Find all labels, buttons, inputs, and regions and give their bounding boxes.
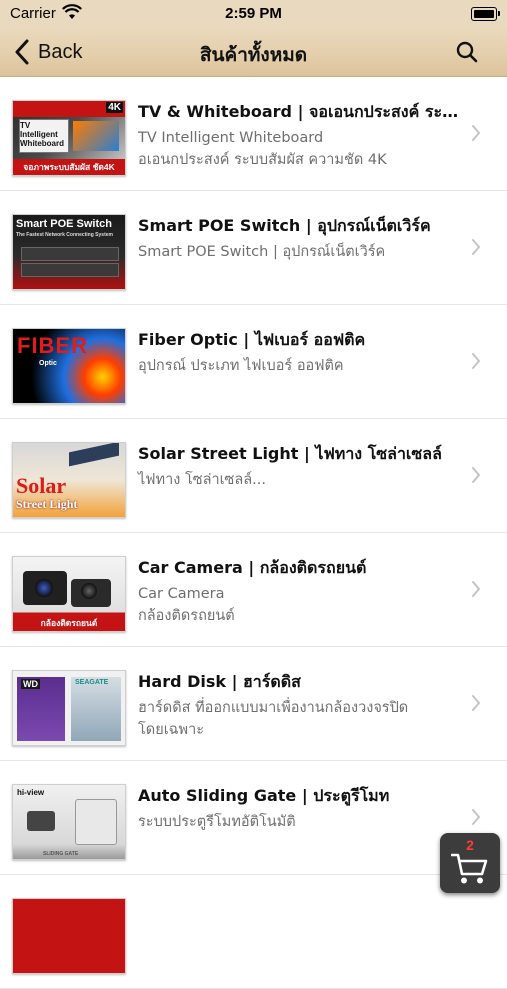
- product-name: Car Camera | กล้องติดรถยนต์: [138, 558, 367, 577]
- chevron-right-icon: [472, 695, 480, 711]
- chevron-right-icon: [472, 239, 480, 255]
- navigation-bar: Back สินค้าทั้งหมด: [0, 28, 507, 77]
- product-description: Smart POE Switch | อุปกรณ์เน็ตเวิร์ค: [138, 244, 386, 260]
- thumbnail-label: Solar: [16, 473, 67, 498]
- thumbnail-caption: Street Light: [16, 497, 78, 511]
- battery-icon: [471, 7, 500, 21]
- cart-count-badge: 2: [466, 837, 474, 853]
- product-name: Hard Disk | ฮาร์ดดิส: [138, 672, 301, 691]
- chevron-right-icon: [472, 809, 480, 825]
- shopping-cart-icon: [451, 853, 488, 884]
- product-description: TV Intelligent Whiteboard อเอนกประสงค์ ร…: [138, 130, 387, 168]
- product-thumbnail-poe-switch: Smart POE Switch The Fastest Network Con…: [12, 214, 126, 290]
- product-name: Solar Street Light | ไฟทาง โซล่าเซลล์: [138, 444, 442, 463]
- thumbnail-label: WD: [21, 679, 40, 689]
- product-row-auto-sliding-gate[interactable]: hi-view SLIDING GATE Auto Sliding Gate |…: [0, 761, 507, 875]
- thumbnail-caption: The Fastest Network Connecting System: [16, 232, 113, 238]
- chevron-right-icon: [472, 125, 480, 141]
- product-row-solar-street-light[interactable]: Solar Street Light Solar Street Light | …: [0, 419, 507, 533]
- product-list: 4K TV Intelligent Whiteboard จอภาพระบบสั…: [0, 77, 507, 989]
- product-thumbnail-auto-sliding-gate: hi-view SLIDING GATE: [12, 784, 126, 860]
- thumbnail-label: Smart POE Switch: [16, 218, 112, 230]
- thumbnail-label: hi-view: [17, 788, 45, 797]
- thumbnail-caption: กล้องติดรถยนต์: [40, 618, 98, 628]
- product-row-partial[interactable]: [0, 875, 507, 989]
- search-icon[interactable]: [455, 40, 479, 64]
- product-thumbnail-fiber-optic: FIBER Optic: [12, 328, 126, 404]
- product-row-car-camera[interactable]: กล้องติดรถยนต์ Car Camera | กล้องติดรถยน…: [0, 533, 507, 647]
- thumbnail-badge: 4K: [106, 102, 123, 113]
- status-bar: Carrier 2:59 PM: [0, 0, 507, 28]
- thumbnail-caption: จอภาพระบบสัมผัส ชัด4K: [13, 159, 125, 175]
- product-thumbnail-hard-disk: WD SEAGATE: [12, 670, 126, 746]
- product-row-fiber-optic[interactable]: FIBER Optic Fiber Optic | ไฟเบอร์ ออฟติค…: [0, 305, 507, 419]
- thumbnail-caption: SLIDING GATE: [43, 851, 79, 857]
- product-description: อุปกรณ์ ประเภท ไฟเบอร์ ออฟติค: [138, 358, 344, 374]
- product-description: ระบบประตูรีโมทอัติโนมัติ: [138, 814, 296, 830]
- thumbnail-caption: Optic: [39, 360, 57, 367]
- product-thumbnail-solar-street-light: Solar Street Light: [12, 442, 126, 518]
- product-name: Smart POE Switch | อุปกรณ์เน็ตเวิร์ค: [138, 216, 431, 235]
- cart-button[interactable]: 2: [440, 833, 500, 893]
- product-thumbnail-partial: [12, 898, 126, 974]
- product-row-hard-disk[interactable]: WD SEAGATE Hard Disk | ฮาร์ดดิส ฮาร์ดดิส…: [0, 647, 507, 761]
- chevron-right-icon: [472, 353, 480, 369]
- thumbnail-label: TV Intelligent Whiteboard: [20, 121, 64, 148]
- chevron-right-icon: [472, 467, 480, 483]
- product-description: ไฟทาง โซล่าเซลล์...: [138, 472, 267, 488]
- page-title: สินค้าทั้งหมด: [199, 44, 308, 66]
- product-name: TV & Whiteboard | จอเอนกประสงค์ ระบบสัมผ…: [138, 102, 464, 121]
- thumbnail-caption: SEAGATE: [75, 679, 109, 686]
- product-row-poe-switch[interactable]: Smart POE Switch The Fastest Network Con…: [0, 191, 507, 305]
- product-name: Fiber Optic | ไฟเบอร์ ออฟติค: [138, 330, 366, 349]
- product-thumbnail-tv-whiteboard: 4K TV Intelligent Whiteboard จอภาพระบบสั…: [12, 100, 126, 176]
- thumbnail-label: FIBER: [17, 333, 88, 358]
- product-description: ฮาร์ดดิส ที่ออกแบบมาเพื่องานกล้องวงจรปิด…: [138, 700, 409, 738]
- product-description: Car Camera กล้องติดรถยนต์: [138, 586, 235, 624]
- status-time: 2:59 PM: [225, 5, 282, 22]
- product-name: Auto Sliding Gate | ประตูรีโมท: [138, 786, 390, 805]
- chevron-right-icon: [472, 581, 480, 597]
- product-row-tv-whiteboard[interactable]: 4K TV Intelligent Whiteboard จอภาพระบบสั…: [0, 77, 507, 191]
- product-thumbnail-car-camera: กล้องติดรถยนต์: [12, 556, 126, 632]
